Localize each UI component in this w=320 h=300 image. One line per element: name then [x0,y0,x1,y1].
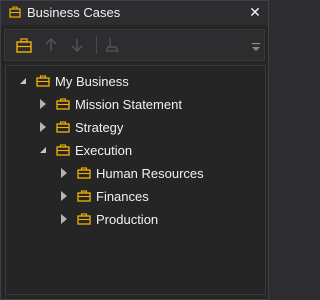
collapsed-arrow-icon[interactable] [59,214,69,224]
close-icon: ✕ [249,4,261,20]
briefcase-icon [56,144,70,156]
panel-titlebar[interactable]: Business Cases ✕ [1,1,268,25]
collapsed-arrow-icon[interactable] [38,99,48,109]
tree-node-my-business[interactable]: My Business [18,71,129,91]
chevron-down-icon [252,43,260,51]
collapsed-arrow-icon[interactable] [59,168,69,178]
toolbar [4,29,265,61]
panel-title: Business Cases [27,5,121,20]
briefcase-icon [56,121,70,133]
briefcase-icon [77,213,91,225]
tree-node-label: Production [96,211,159,227]
tree-node-human-resources[interactable]: Human Resources [59,163,204,183]
tree-node-strategy[interactable]: Strategy [38,117,123,137]
briefcase-icon [77,167,91,179]
arrow-up-icon [45,37,57,51]
tree-node-finances[interactable]: Finances [59,186,149,206]
tree-node-label: Human Resources [96,165,204,181]
expanded-arrow-icon[interactable] [38,145,48,155]
tree-node-execution[interactable]: Execution [38,140,132,160]
tree-node-mission-statement[interactable]: Mission Statement [38,94,182,114]
tree-node-label: My Business [55,73,129,89]
tree-node-production[interactable]: Production [59,209,158,229]
briefcase-icon [9,6,21,18]
toolbar-separator [96,36,97,54]
tree-node-label: Finances [96,188,149,204]
briefcase-icon [36,75,50,87]
business-cases-tree: My Business Mission Statement Strategy E… [5,65,266,295]
new-case-button[interactable] [15,36,33,54]
briefcase-icon [56,98,70,110]
expanded-arrow-icon[interactable] [18,76,28,86]
tree-node-label: Strategy [75,119,124,135]
clear-button[interactable] [103,36,121,54]
close-button[interactable]: ✕ [248,4,262,20]
eraser-icon [105,38,120,52]
briefcase-icon [77,190,91,202]
move-up-button[interactable] [42,36,60,54]
tree-node-label: Execution [75,142,133,158]
business-cases-panel: Business Cases ✕ My Business Mission Sta… [0,0,269,300]
collapsed-arrow-icon[interactable] [38,122,48,132]
tree-node-label: Mission Statement [75,96,182,112]
collapsed-arrow-icon[interactable] [59,191,69,201]
briefcase-icon [16,38,32,53]
arrow-down-icon [71,39,83,53]
move-down-button[interactable] [68,36,86,54]
toolbar-overflow-button[interactable] [252,42,260,52]
